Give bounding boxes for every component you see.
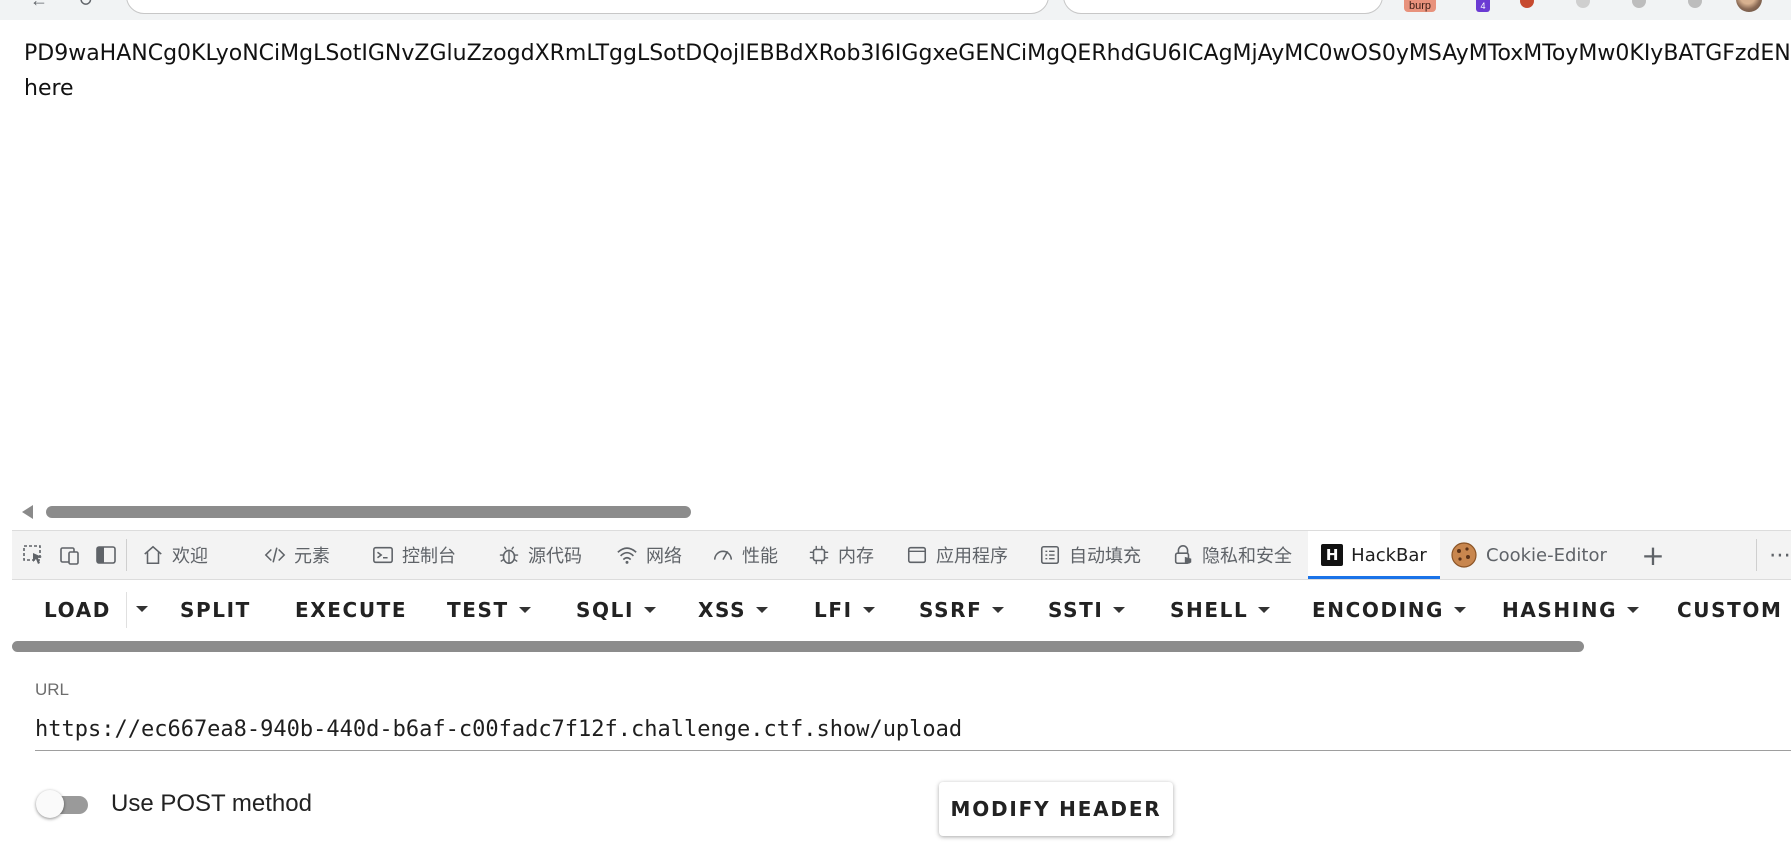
post-method-label: Use POST method — [111, 790, 312, 817]
menu-test[interactable]: TEST — [447, 598, 531, 622]
tab-label: 网络 — [646, 546, 682, 567]
menu-ssti[interactable]: SSTI — [1048, 598, 1126, 622]
wifi-icon — [617, 547, 637, 564]
code-icon — [264, 547, 286, 563]
tab-label: 自动填充 — [1069, 546, 1141, 567]
chevron-down-icon — [1258, 607, 1271, 613]
dock-side-icon[interactable] — [94, 543, 118, 567]
tab-sources[interactable]: 源代码 — [498, 531, 598, 579]
chevron-down-icon — [1627, 607, 1640, 613]
toolbar-divider — [1756, 539, 1757, 571]
menu-hashing[interactable]: HASHING — [1502, 598, 1640, 622]
lock-icon — [1174, 545, 1192, 565]
scroll-left-icon[interactable] — [22, 505, 33, 519]
chevron-down-icon — [756, 607, 769, 613]
extension-icon[interactable] — [1688, 0, 1702, 8]
page-output: PD9waHANCg0KLyoNCiMgLSotIGNvZGluZzogdXRm… — [24, 36, 1791, 106]
menu-encoding[interactable]: ENCODING — [1312, 598, 1467, 622]
tab-welcome[interactable]: 欢迎 — [142, 531, 222, 579]
reload-icon[interactable]: ↻ — [78, 0, 98, 10]
devtools-tab-bar: 欢迎 元素 控制台 源代码 网络 性能 内存 应用程序 自动填充 隐私和安全 H… — [12, 530, 1791, 580]
address-bar[interactable] — [126, 0, 1049, 14]
chevron-down-icon — [1113, 607, 1126, 613]
scrollbar-thumb[interactable] — [46, 506, 691, 518]
search-bar[interactable] — [1063, 0, 1383, 14]
browser-toolbar: ← ↻ burp 4 — [0, 0, 1791, 20]
toolbar-divider — [126, 539, 127, 571]
tab-label: 元素 — [294, 546, 330, 567]
tab-label: 控制台 — [402, 546, 456, 567]
hackbar-menu-scrollbar[interactable] — [12, 641, 1584, 652]
menu-divider — [126, 592, 127, 628]
modify-header-button[interactable]: MODIFY HEADER — [939, 782, 1173, 836]
window-icon — [907, 546, 927, 564]
horizontal-scrollbar[interactable] — [12, 500, 1791, 524]
tab-privacy-security[interactable]: 隐私和安全 — [1172, 531, 1322, 579]
home-icon — [144, 545, 162, 565]
extension-badge[interactable]: 4 — [1476, 0, 1490, 12]
tab-memory[interactable]: 内存 — [808, 531, 888, 579]
tab-label: 性能 — [742, 546, 778, 567]
menu-sqli[interactable]: SQLI — [576, 598, 656, 622]
tab-label: 应用程序 — [936, 546, 1008, 567]
hackbar-icon: H — [1321, 544, 1344, 566]
url-input[interactable]: https://ec667ea8-940b-440d-b6af-c00fadc7… — [35, 710, 1791, 751]
back-icon[interactable]: ← — [30, 0, 50, 10]
tab-console[interactable]: 控制台 — [372, 531, 472, 579]
menu-custom[interactable]: CUSTOM — [1677, 598, 1791, 622]
chevron-down-icon — [992, 607, 1005, 613]
cookie-icon — [1451, 542, 1477, 568]
tab-performance[interactable]: 性能 — [712, 531, 792, 579]
extension-icon[interactable] — [1520, 0, 1534, 8]
chevron-down-icon — [862, 607, 875, 613]
page-viewport: PD9waHANCg0KLyoNCiMgLSotIGNvZGluZzogdXRm… — [12, 20, 1791, 532]
menu-execute[interactable]: EXECUTE — [295, 598, 407, 622]
tab-cookie-editor[interactable]: Cookie-Editor — [1450, 531, 1610, 579]
tab-elements[interactable]: 元素 — [264, 531, 344, 579]
tab-label: 源代码 — [528, 546, 582, 567]
tab-label: 内存 — [838, 546, 874, 567]
menu-shell[interactable]: SHELL — [1170, 598, 1271, 622]
console-icon — [373, 546, 393, 564]
menu-split[interactable]: SPLIT — [180, 598, 251, 622]
tab-hackbar[interactable]: H HackBar — [1308, 531, 1440, 579]
tab-label: 欢迎 — [172, 546, 208, 567]
tab-label: Cookie-Editor — [1486, 544, 1607, 566]
burp-extension-icon[interactable]: burp — [1404, 0, 1437, 12]
menu-lfi[interactable]: LFI — [814, 598, 875, 622]
plus-icon: + — [1641, 538, 1665, 572]
menu-xss[interactable]: XSS — [698, 598, 769, 622]
inspect-icon[interactable] — [22, 543, 46, 567]
tab-application[interactable]: 应用程序 — [906, 531, 1022, 579]
post-method-toggle[interactable] — [36, 788, 92, 820]
menu-load[interactable]: LOAD — [44, 598, 111, 622]
url-label: URL — [35, 680, 70, 699]
chevron-down-icon — [1454, 607, 1467, 613]
tab-label: 隐私和安全 — [1202, 546, 1292, 567]
output-line: here — [24, 76, 74, 101]
chevron-down-icon — [136, 606, 148, 612]
bug-icon — [499, 546, 519, 565]
load-dropdown-button[interactable] — [136, 606, 148, 612]
menu-ssrf[interactable]: SSRF — [919, 598, 1005, 622]
tab-autofill[interactable]: 自动填充 — [1039, 531, 1159, 579]
add-tab-button[interactable]: + — [1636, 531, 1670, 579]
hackbar-form: URL https://ec667ea8-940b-440d-b6af-c00f… — [12, 652, 1791, 859]
gauge-icon — [713, 550, 733, 560]
extension-icon[interactable] — [1576, 0, 1590, 8]
tab-label: HackBar — [1351, 544, 1427, 566]
chevron-down-icon — [518, 607, 531, 613]
hackbar-menu: LOAD SPLIT EXECUTE TEST SQLI XSS LFI SSR… — [12, 582, 1791, 638]
extension-icon[interactable] — [1632, 0, 1646, 8]
more-icon: ⋯ — [1769, 542, 1791, 568]
tab-network[interactable]: 网络 — [616, 531, 696, 579]
form-icon — [1040, 545, 1060, 565]
chip-icon — [809, 545, 829, 565]
toggle-knob — [36, 790, 64, 818]
more-tools-button[interactable]: ⋯ — [1768, 531, 1791, 579]
base64-output-line: PD9waHANCg0KLyoNCiMgLSotIGNvZGluZzogdXRm… — [24, 41, 1791, 66]
profile-avatar[interactable] — [1736, 0, 1762, 12]
device-toggle-icon[interactable] — [58, 543, 82, 567]
chevron-down-icon — [644, 607, 656, 613]
